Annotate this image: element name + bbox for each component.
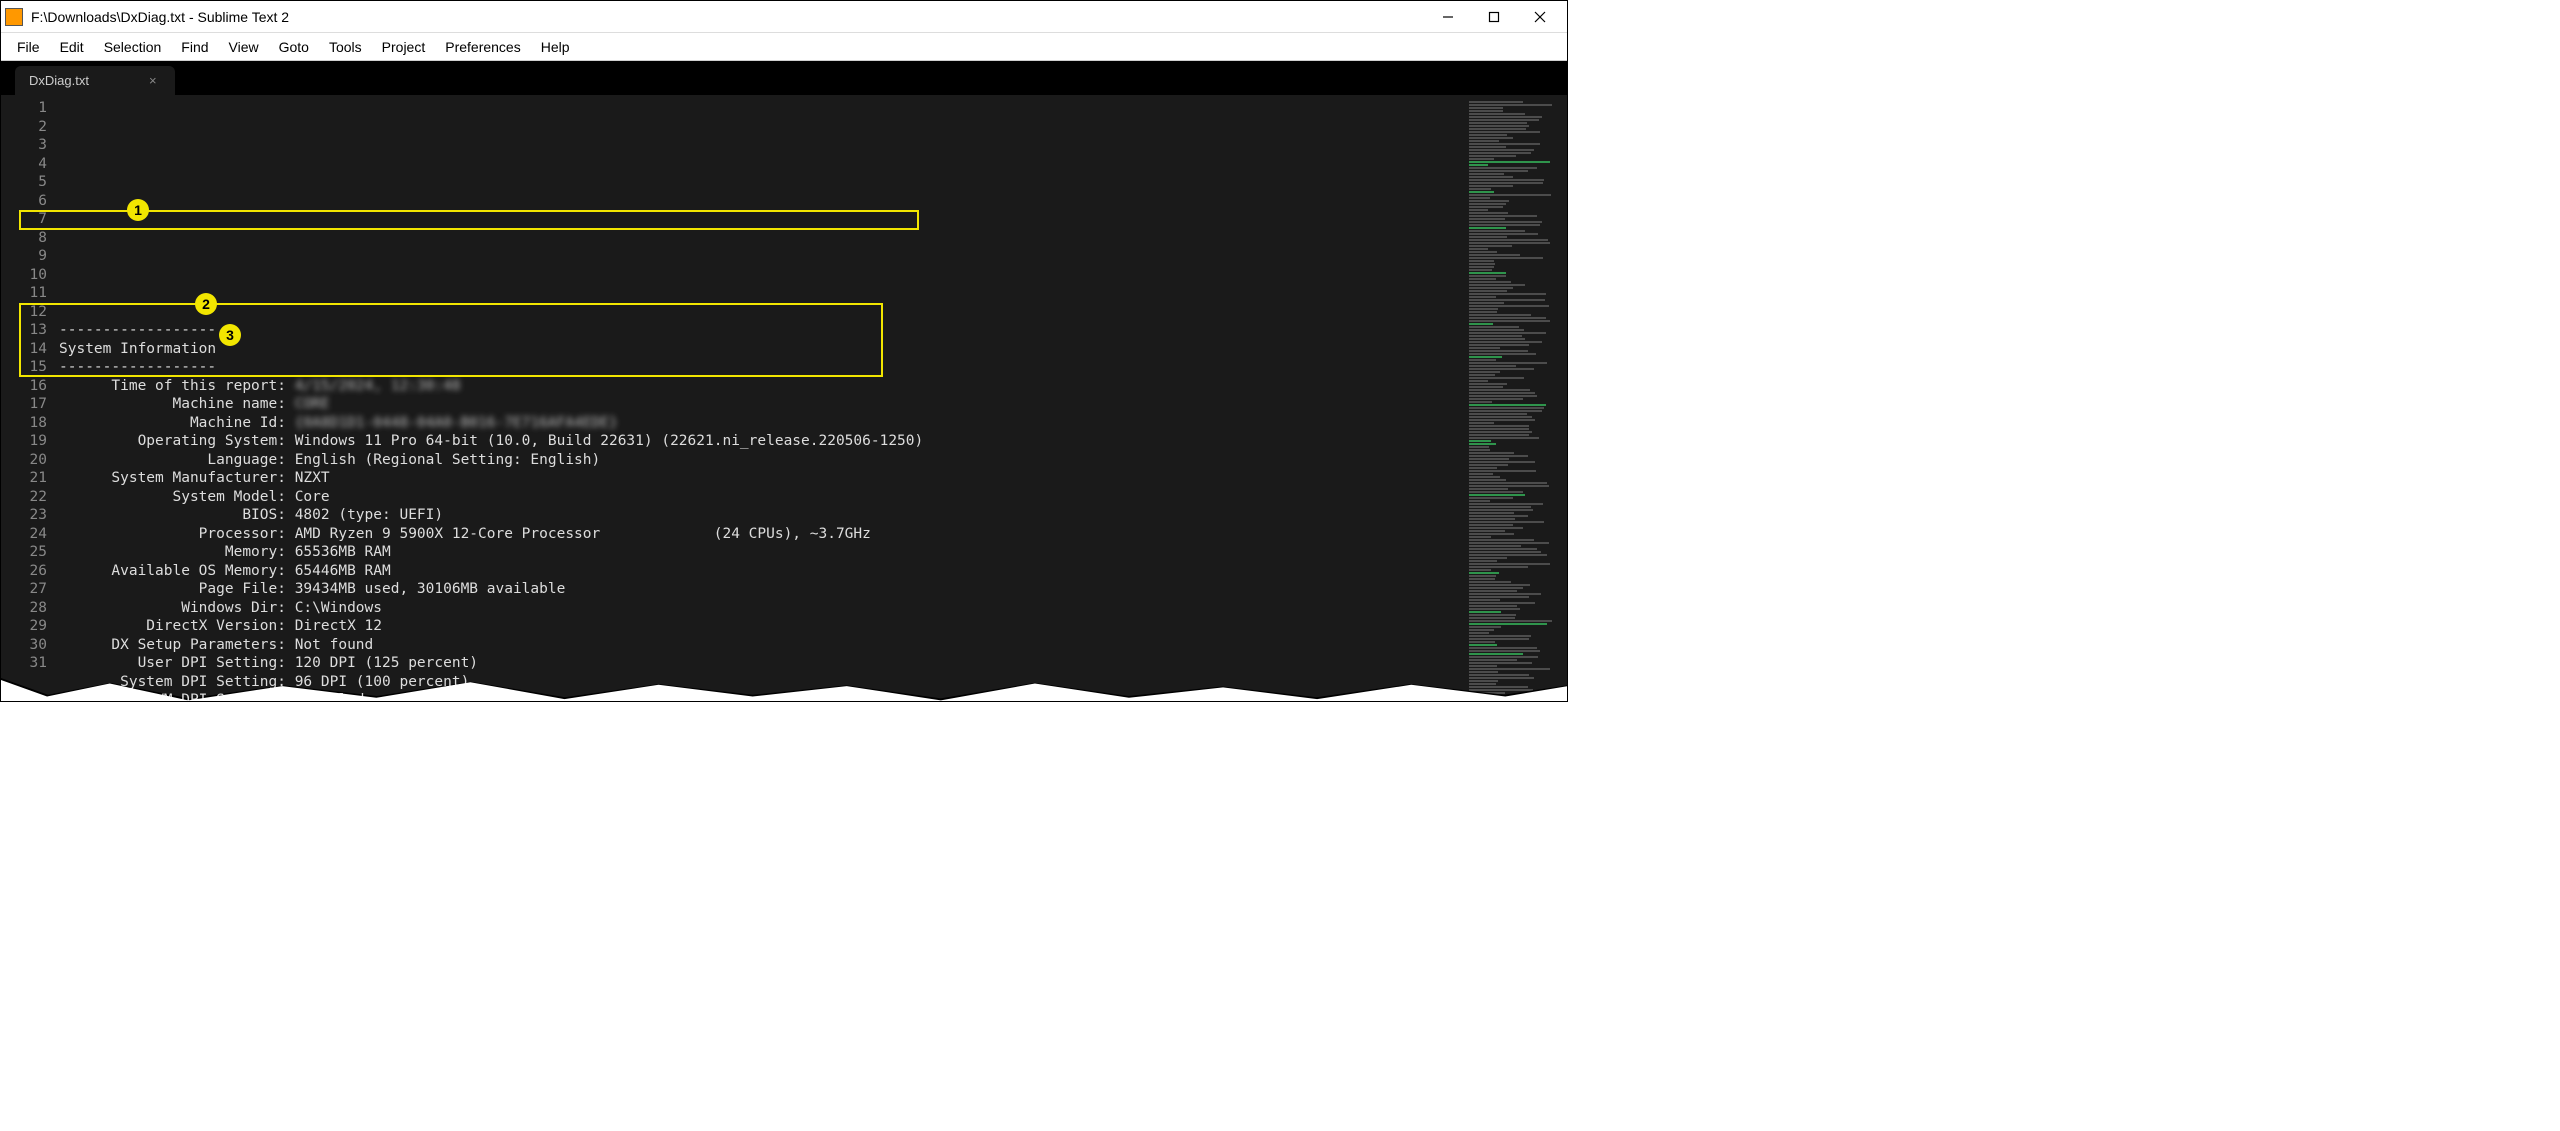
highlight-badge-1: 1 <box>127 199 149 221</box>
line-number: 10 <box>1 266 47 285</box>
code-line[interactable]: DirectX Version: DirectX 12 <box>59 617 1567 636</box>
titlebar[interactable]: F:\Downloads\DxDiag.txt - Sublime Text 2 <box>1 1 1567 33</box>
line-number: 18 <box>1 414 47 433</box>
code-line[interactable]: Page File: 39434MB used, 30106MB availab… <box>59 580 1567 599</box>
line-number: 21 <box>1 469 47 488</box>
menu-edit[interactable]: Edit <box>50 39 94 55</box>
code-line[interactable]: ------------------ <box>59 358 1567 377</box>
redacted-text: {0A8D1D1-0448-04A0-B016-7E716AFA4EDE} <box>295 415 618 431</box>
line-number: 4 <box>1 155 47 174</box>
line-number: 6 <box>1 192 47 211</box>
line-number: 26 <box>1 562 47 581</box>
line-number: 12 <box>1 303 47 322</box>
menu-goto[interactable]: Goto <box>269 39 319 55</box>
code-line[interactable]: Language: English (Regional Setting: Eng… <box>59 451 1567 470</box>
code-line[interactable]: Processor: AMD Ryzen 9 5900X 12-Core Pro… <box>59 525 1567 544</box>
tab-label: DxDiag.txt <box>29 73 89 88</box>
line-number: 1 <box>1 99 47 118</box>
line-number-gutter: 1234567891011121314151617181920212223242… <box>1 99 59 701</box>
line-number: 15 <box>1 358 47 377</box>
line-number: 11 <box>1 284 47 303</box>
editor-area: DxDiag.txt × 123456789101112131415161718… <box>1 61 1567 701</box>
line-number: 2 <box>1 118 47 137</box>
menu-view[interactable]: View <box>219 39 269 55</box>
line-number: 13 <box>1 321 47 340</box>
code-line[interactable]: Available OS Memory: 65446MB RAM <box>59 562 1567 581</box>
line-number: 16 <box>1 377 47 396</box>
redacted-text: 4/15/2024, 12:30:48 <box>295 378 461 394</box>
code-line[interactable]: Machine Id: {0A8D1D1-0448-04A0-B016-7E71… <box>59 414 1567 433</box>
line-number: 5 <box>1 173 47 192</box>
code-body: 1234567891011121314151617181920212223242… <box>1 95 1567 701</box>
line-number: 30 <box>1 636 47 655</box>
code-line[interactable]: ------------------ <box>59 321 1567 340</box>
line-number: 23 <box>1 506 47 525</box>
line-number: 9 <box>1 247 47 266</box>
menu-tools[interactable]: Tools <box>319 39 372 55</box>
line-number: 19 <box>1 432 47 451</box>
menu-preferences[interactable]: Preferences <box>435 39 530 55</box>
code-line[interactable]: System Information <box>59 340 1567 359</box>
minimap[interactable] <box>1469 101 1561 701</box>
code-line[interactable]: Memory: 65536MB RAM <box>59 543 1567 562</box>
line-number: 31 <box>1 654 47 673</box>
code-line[interactable]: DX Setup Parameters: Not found <box>59 636 1567 655</box>
highlight-badge-3: 3 <box>219 324 241 346</box>
menubar: File Edit Selection Find View Goto Tools… <box>1 33 1567 61</box>
highlight-box-1 <box>19 210 919 230</box>
line-number: 17 <box>1 395 47 414</box>
code-line[interactable]: Windows Dir: C:\Windows <box>59 599 1567 618</box>
code-line[interactable]: System Model: Core <box>59 488 1567 507</box>
close-button[interactable] <box>1517 2 1563 32</box>
line-number: 14 <box>1 340 47 359</box>
line-number: 20 <box>1 451 47 470</box>
highlight-badge-2: 2 <box>195 293 217 315</box>
menu-project[interactable]: Project <box>372 39 436 55</box>
line-number: 8 <box>1 229 47 248</box>
line-number: 7 <box>1 210 47 229</box>
code-line[interactable]: User DPI Setting: 120 DPI (125 percent) <box>59 654 1567 673</box>
code-line[interactable]: Time of this report: 4/15/2024, 12:30:48 <box>59 377 1567 396</box>
tab-dxdiag[interactable]: DxDiag.txt × <box>15 66 175 95</box>
code-line[interactable]: System Manufacturer: NZXT <box>59 469 1567 488</box>
line-number: 24 <box>1 525 47 544</box>
tab-close-icon[interactable]: × <box>149 73 157 88</box>
code-line[interactable]: BIOS: 4802 (type: UEFI) <box>59 506 1567 525</box>
code-content[interactable]: 1 2 3 ------------------System Informati… <box>59 99 1567 701</box>
menu-find[interactable]: Find <box>171 39 218 55</box>
window-title: F:\Downloads\DxDiag.txt - Sublime Text 2 <box>31 9 1425 25</box>
menu-help[interactable]: Help <box>531 39 580 55</box>
menu-selection[interactable]: Selection <box>94 39 172 55</box>
line-number: 25 <box>1 543 47 562</box>
window-controls <box>1425 2 1563 32</box>
code-line[interactable]: Operating System: Windows 11 Pro 64-bit … <box>59 432 1567 451</box>
line-number: 22 <box>1 488 47 507</box>
maximize-button[interactable] <box>1471 2 1517 32</box>
line-number: 29 <box>1 617 47 636</box>
minimize-button[interactable] <box>1425 2 1471 32</box>
line-number: 27 <box>1 580 47 599</box>
tab-row: DxDiag.txt × <box>1 61 1567 95</box>
line-number: 28 <box>1 599 47 618</box>
line-number: 3 <box>1 136 47 155</box>
menu-file[interactable]: File <box>7 39 50 55</box>
code-line[interactable]: Machine name: CORE <box>59 395 1567 414</box>
redacted-text: CORE <box>295 396 330 412</box>
application-window: F:\Downloads\DxDiag.txt - Sublime Text 2… <box>0 0 1568 702</box>
app-icon <box>5 8 23 26</box>
